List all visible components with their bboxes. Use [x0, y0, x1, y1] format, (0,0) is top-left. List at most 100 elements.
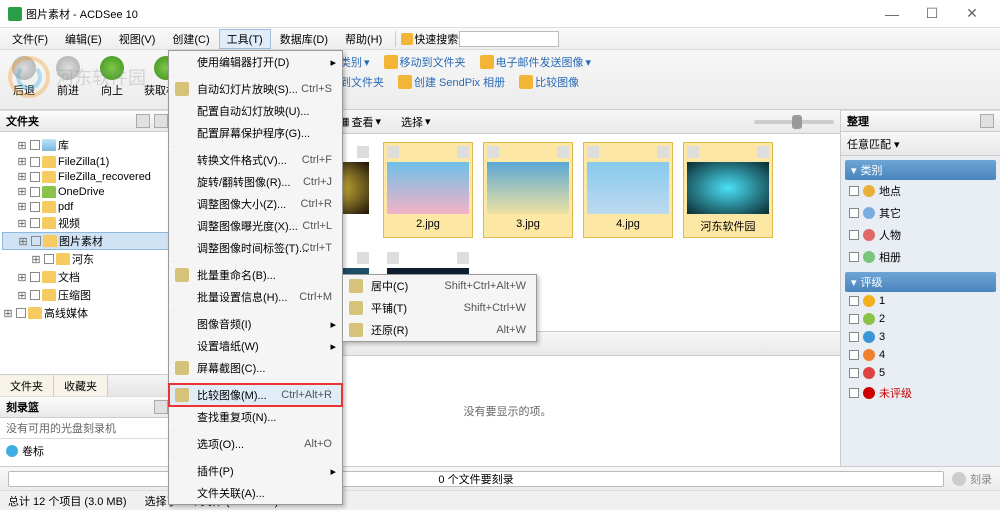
email-image-link[interactable]: 电子邮件发送图像 ▾	[480, 54, 592, 70]
menu-database[interactable]: 数据库(D)	[272, 29, 336, 49]
menu-item[interactable]: 查找重复项(N)...	[169, 406, 342, 428]
menu-item[interactable]: 选项(O)...Alt+O	[169, 433, 342, 455]
close-button[interactable]: ✕	[952, 2, 992, 26]
menu-item[interactable]: 文件关联(A)...	[169, 482, 342, 504]
category-item[interactable]: 人物	[845, 224, 996, 246]
burn-button[interactable]: 刻录	[952, 471, 992, 487]
menu-item[interactable]: 设置墙纸(W)▸	[169, 335, 342, 357]
organize-icon[interactable]	[980, 137, 994, 151]
rating-item[interactable]: 5	[845, 364, 996, 382]
menu-item[interactable]: 平铺(T)Shift+Ctrl+W	[343, 297, 536, 319]
burn-status-bar: 0 个文件要刻录	[8, 471, 944, 487]
menu-tools[interactable]: 工具(T)	[219, 29, 271, 49]
menu-item[interactable]: 居中(C)Shift+Ctrl+Alt+W	[343, 275, 536, 297]
window-title: 图片素材 - ACDSee 10	[26, 6, 872, 22]
tree-node[interactable]: ⊞文档	[2, 268, 172, 286]
titlebar: 图片素材 - ACDSee 10 — ☐ ✕	[0, 0, 1000, 28]
quicksearch-input[interactable]	[459, 31, 559, 47]
tree-node[interactable]: ⊞库	[2, 136, 172, 154]
menu-item[interactable]: 配置屏幕保护程序(G)...	[169, 122, 342, 144]
thumb-size-slider[interactable]	[754, 120, 834, 124]
tab-favorites[interactable]: 收藏夹	[54, 375, 108, 396]
quicksearch-icon	[401, 33, 413, 45]
tree-node[interactable]: ⊞pdf	[2, 199, 172, 214]
sort-dropdown[interactable]: 选择 ▾	[395, 113, 437, 131]
tree-node[interactable]: ⊞图片素材	[2, 232, 172, 250]
menubar-separator	[395, 31, 396, 47]
menu-item[interactable]: 转换文件格式(V)...Ctrl+F	[169, 149, 342, 171]
menu-item[interactable]: 屏幕截图(C)...	[169, 357, 342, 379]
sendpix-link[interactable]: 创建 SendPix 相册	[398, 74, 505, 90]
thumbnail[interactable]: 4.jpg	[583, 142, 673, 238]
menubar: 文件(F) 编辑(E) 视图(V) 创建(C) 工具(T) 数据库(D) 帮助(…	[0, 28, 1000, 50]
menu-item[interactable]: 自动幻灯片放映(S)...Ctrl+S	[169, 78, 342, 100]
burn-title: 刻录篮	[6, 399, 39, 415]
tree-node[interactable]: ⊞视频	[2, 214, 172, 232]
burn-volume-item[interactable]: 卷标	[6, 443, 168, 459]
left-panel: 文件夹 ⊞库⊞FileZilla(1)⊞FileZilla_recovered⊞…	[0, 110, 175, 466]
burn-panel: 刻录篮 没有可用的光盘刻录机 卷标	[0, 396, 174, 466]
status-total: 总计 12 个项目 (3.0 MB)	[8, 493, 127, 509]
organize-title: 整理	[847, 113, 869, 129]
menu-item[interactable]: 调整图像时间标签(T)...Ctrl+T	[169, 237, 342, 259]
menu-item[interactable]: 比较图像(M)...Ctrl+Alt+R	[169, 384, 342, 406]
menu-item[interactable]: 图像音频(I)▸	[169, 313, 342, 335]
menu-create[interactable]: 创建(C)	[164, 29, 217, 49]
categories-header[interactable]: ▾ 类别	[845, 160, 996, 180]
menu-item[interactable]: 旋转/翻转图像(R)...Ctrl+J	[169, 171, 342, 193]
category-item[interactable]: 相册	[845, 246, 996, 268]
thumbnail[interactable]: 河东软件园	[683, 142, 773, 238]
menu-file[interactable]: 文件(F)	[4, 29, 56, 49]
quicksearch-label: 快速搜索	[414, 31, 458, 47]
minimize-button[interactable]: —	[872, 2, 912, 26]
menu-item[interactable]: 还原(R)Alt+W	[343, 319, 536, 341]
thumbnail[interactable]: 2.jpg	[383, 142, 473, 238]
folders-header: 文件夹	[0, 110, 174, 132]
burn-icon	[952, 472, 966, 486]
folder-tree[interactable]: ⊞库⊞FileZilla(1)⊞FileZilla_recovered⊞OneD…	[0, 132, 174, 374]
back-button[interactable]: 后退	[8, 54, 40, 100]
menu-item[interactable]: 批量重命名(B)...	[169, 264, 342, 286]
tree-node[interactable]: ⊞FileZilla_recovered	[2, 169, 172, 184]
folders-close-icon[interactable]	[154, 114, 168, 128]
menu-item[interactable]: 批量设置信息(H)...Ctrl+M	[169, 286, 342, 308]
volume-icon	[6, 445, 18, 457]
tree-node[interactable]: ⊞压缩图	[2, 286, 172, 304]
tree-node[interactable]: ⊞FileZilla(1)	[2, 154, 172, 169]
organize-close-icon[interactable]	[980, 114, 994, 128]
left-tabs: 文件夹 收藏夹	[0, 374, 174, 396]
menu-help[interactable]: 帮助(H)	[337, 29, 390, 49]
rating-item[interactable]: 3	[845, 328, 996, 346]
match-dropdown[interactable]: 任意匹配 ▾	[847, 136, 900, 152]
ratings-header[interactable]: ▾ 评级	[845, 272, 996, 292]
organize-body: ▾ 类别 地点其它人物相册 ▾ 评级 12345 未评级	[841, 156, 1000, 466]
menu-item[interactable]: 使用编辑器打开(D)▸	[169, 51, 342, 73]
category-item[interactable]: 其它	[845, 202, 996, 224]
menu-item[interactable]: 调整图像曝光度(X)...Ctrl+L	[169, 215, 342, 237]
tree-node[interactable]: ⊞OneDrive	[2, 184, 172, 199]
category-item[interactable]: 地点	[845, 180, 996, 202]
rating-item[interactable]: 2	[845, 310, 996, 328]
move-to-folder-link[interactable]: 移动到文件夹	[384, 54, 466, 70]
folders-menu-icon[interactable]	[136, 114, 150, 128]
menu-edit[interactable]: 编辑(E)	[57, 29, 110, 49]
burn-close-icon[interactable]	[154, 400, 168, 414]
thumbnail[interactable]: 3.jpg	[483, 142, 573, 238]
maximize-button[interactable]: ☐	[912, 2, 952, 26]
toolbar: 河东软件园 后退 前进 向上 获取相片 批量重命名 设置类别 ▾ 移动到文件夹 …	[0, 50, 1000, 110]
rating-item[interactable]: 1	[845, 292, 996, 310]
menu-item[interactable]: 调整图像大小(Z)...Ctrl+R	[169, 193, 342, 215]
menu-view[interactable]: 视图(V)	[111, 29, 164, 49]
menu-item[interactable]: 插件(P)▸	[169, 460, 342, 482]
organize-toolbar: 任意匹配 ▾	[841, 132, 1000, 156]
menu-item[interactable]: 配置自动幻灯放映(U)...	[169, 100, 342, 122]
compare-link[interactable]: 比较图像	[519, 74, 579, 90]
rating-item[interactable]: 4	[845, 346, 996, 364]
tree-node[interactable]: ⊞河东	[2, 250, 172, 268]
tab-folders[interactable]: 文件夹	[0, 375, 54, 396]
up-button[interactable]: 向上	[96, 54, 128, 100]
tree-node[interactable]: ⊞高线媒体	[2, 304, 172, 322]
forward-button[interactable]: 前进	[52, 54, 84, 100]
statusbar: 总计 12 个项目 (3.0 MB) 选择了 4 个文件 (885.4 KB)	[0, 490, 1000, 510]
rating-unrated[interactable]: 未评级	[845, 382, 996, 404]
